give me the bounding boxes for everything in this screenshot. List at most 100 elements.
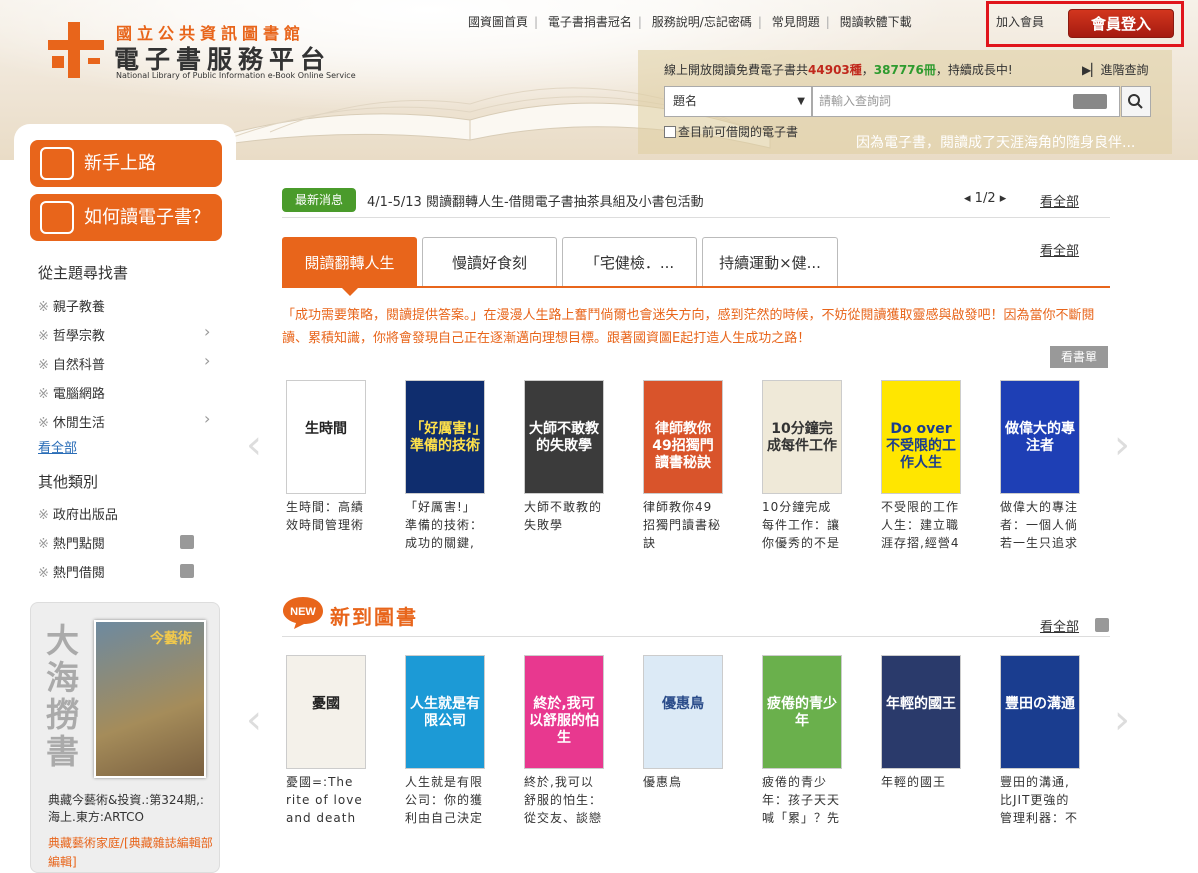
available-checkbox[interactable]: 查目前可借閱的電子書 [664, 123, 798, 140]
other-popular-loans[interactable]: ※ 熱門借閱 [38, 562, 105, 581]
carousel-prev-icon[interactable]: ‹ [246, 422, 262, 468]
tabs-view-all-link[interactable]: 看全部 [1040, 240, 1079, 259]
book-title[interactable]: 大師不敢教的失敗學 [524, 498, 604, 552]
new-arrivals-view-all-link[interactable]: 看全部 [1040, 616, 1079, 635]
book-card[interactable]: Do over 不受限的工作人生 不受限的工作人生：建立職涯存摺,經營4 [881, 380, 961, 552]
view-booklist-button[interactable]: 看書單 [1050, 346, 1108, 368]
tab-exercise[interactable]: 持續運動×健... [702, 237, 838, 287]
carousel-next-icon[interactable]: › [1114, 422, 1130, 468]
carousel-prev-icon[interactable]: ‹ [246, 697, 262, 743]
book-card[interactable]: 做偉大的專注者 做偉大的專注者：一個人倘若一生只追求 [1000, 380, 1080, 552]
available-checkbox-label: 查目前可借閱的電子書 [678, 125, 799, 139]
nav-donate[interactable]: 電子書捐書冠名 [548, 15, 632, 29]
nav-service[interactable]: 服務說明/忘記密碼 [652, 15, 752, 29]
checkbox-box[interactable] [664, 126, 676, 138]
book-card[interactable]: 優惠鳥 優惠鳥 [643, 655, 723, 827]
book-card[interactable]: 年輕的國王 年輕的國王 [881, 655, 961, 827]
book-cover[interactable]: 終於,我可以舒服的怕生 [524, 655, 604, 769]
news-pager[interactable]: ◂ 1/2 ▸ [964, 191, 1006, 206]
header-slogan: 因為電子書，閱讀成了天涯海角的隨身良伴... [856, 135, 1136, 151]
book-title[interactable]: 豐田的溝通,比JIT更強的管理利器：不 [1000, 773, 1080, 827]
tab-slow-food[interactable]: 慢讀好食刻 [422, 237, 557, 287]
topic-label: 哲學宗教 [52, 329, 105, 344]
tab-reading-life[interactable]: 閱讀翻轉人生 [282, 237, 417, 287]
book-title[interactable]: 人生就是有限公司：你的獲利由自己決定 [405, 773, 485, 827]
topic-science[interactable]: ※ 自然科普 [38, 354, 105, 373]
other-popular-views[interactable]: ※ 熱門點閱 [38, 533, 105, 552]
book-card[interactable]: 大師不敢教的失敗學 大師不敢教的失敗學 [524, 380, 604, 552]
nav-faq[interactable]: 常見問題 [772, 15, 820, 29]
how-to-read-button[interactable]: 如何讀電子書？ [30, 194, 222, 241]
book-title[interactable]: 憂國=:The rite of love and death [286, 773, 366, 827]
topic-computer[interactable]: ※ 電腦網路 [38, 383, 105, 402]
search-button[interactable] [1121, 86, 1151, 117]
keyboard-icon[interactable] [1073, 94, 1107, 109]
rss-icon[interactable] [180, 535, 194, 549]
book-card[interactable]: 憂國 憂國=:The rite of love and death [286, 655, 366, 827]
caret-right-icon[interactable]: ▸ [996, 191, 1007, 206]
book-card[interactable]: 「好厲害!」準備的技術 「好厲害!」準備的技術：成功的關鍵, [405, 380, 485, 552]
book-card[interactable]: 10分鐘完成每件工作 10分鐘完成每件工作：讓你優秀的不是 [762, 380, 842, 552]
caret-left-icon[interactable]: ◂ [964, 191, 975, 206]
book-title[interactable]: 年輕的國王 [881, 773, 961, 827]
book-title[interactable]: 不受限的工作人生：建立職涯存摺,經營4 [881, 498, 961, 552]
book-title[interactable]: 做偉大的專注者：一個人倘若一生只追求 [1000, 498, 1080, 552]
book-cover[interactable]: 10分鐘完成每件工作 [762, 380, 842, 494]
topic-label: 休閒生活 [52, 416, 105, 431]
book-card[interactable]: 律師教你49招獨門讀書秘訣 律師教你49招獨門讀書秘訣 [643, 380, 723, 552]
book-cover[interactable]: 疲倦的青少年 [762, 655, 842, 769]
book-title[interactable]: 生時間：高績效時間管理術 [286, 498, 366, 552]
book-cover-text: 10分鐘完成每件工作 [767, 421, 837, 454]
other-heading: 其他類別 [38, 473, 99, 491]
book-cover[interactable]: 大師不敢教的失敗學 [524, 380, 604, 494]
book-cover[interactable]: 憂國 [286, 655, 366, 769]
tutorial-icon [40, 147, 74, 180]
book-cover[interactable]: 「好厲害!」準備的技術 [405, 380, 485, 494]
carousel-next-icon[interactable]: › [1114, 697, 1130, 743]
search-icon [1128, 94, 1143, 109]
topic-leisure[interactable]: ※ 休閒生活 [38, 412, 105, 431]
nav-home[interactable]: 國資圖首頁 [468, 15, 528, 29]
book-title[interactable]: 終於,我可以舒服的怕生：從交友、談戀 [524, 773, 604, 827]
book-cover-text: 人生就是有限公司 [410, 696, 480, 729]
book-cover[interactable]: 豐田の溝通 [1000, 655, 1080, 769]
book-card[interactable]: 人生就是有限公司人生就是有限公司：你的獲利由自己決定 [405, 655, 485, 827]
chevron-right-icon[interactable]: › [204, 409, 210, 428]
topic-philosophy[interactable]: ※ 哲學宗教 [38, 325, 105, 344]
library-logo-icon [48, 22, 104, 78]
book-title[interactable]: 「好厲害!」準備的技術：成功的關鍵, [405, 498, 485, 552]
book-title[interactable]: 10分鐘完成每件工作：讓你優秀的不是 [762, 498, 842, 552]
rss-icon[interactable] [180, 564, 194, 578]
book-cover[interactable]: 年輕的國王 [881, 655, 961, 769]
magazine-description[interactable]: 典藏今藝術&投資.:第324期,:海上.東方:ARTCO [48, 792, 214, 826]
book-cover[interactable]: Do over 不受限的工作人生 [881, 380, 961, 494]
magazine-publisher[interactable]: 典藏藝術家庭/[典藏雜誌編輯部編輯] [48, 834, 214, 872]
news-headline[interactable]: 4/1-5/13 閱讀翻轉人生-借閱電子書抽茶具組及小書包活動 [367, 191, 704, 210]
nav-software[interactable]: 閱讀軟體下載 [840, 15, 912, 29]
topics-view-all-link[interactable]: 看全部 [38, 437, 77, 456]
chevron-right-icon[interactable]: › [204, 322, 210, 341]
book-cover[interactable]: 生時間 [286, 380, 366, 494]
book-cover[interactable]: 優惠鳥 [643, 655, 723, 769]
chevron-right-icon[interactable]: › [204, 351, 210, 370]
topic-parenting[interactable]: ※ 親子教養 [38, 296, 105, 315]
book-cover[interactable]: 人生就是有限公司 [405, 655, 485, 769]
other-government[interactable]: ※ 政府出版品 [38, 504, 118, 523]
rss-icon[interactable] [1095, 618, 1109, 632]
stats-separator: ， [861, 63, 874, 77]
news-view-all-link[interactable]: 看全部 [1040, 191, 1079, 210]
book-cover[interactable]: 律師教你49招獨門讀書秘訣 [643, 380, 723, 494]
book-title[interactable]: 疲倦的青少年：孩子天天喊「累」？先別 [762, 773, 842, 827]
advanced-search-link[interactable]: ▶▏進階查詢 [1082, 61, 1148, 78]
book-cover[interactable]: 做偉大的專注者 [1000, 380, 1080, 494]
chevron-down-icon: ▼ [797, 96, 805, 107]
book-card[interactable]: 生時間 生時間：高績效時間管理術 [286, 380, 366, 552]
book-card[interactable]: 疲倦的青少年疲倦的青少年：孩子天天喊「累」？先別 [762, 655, 842, 827]
book-title[interactable]: 優惠鳥 [643, 773, 723, 827]
book-card[interactable]: 豐田の溝通 豐田的溝通,比JIT更強的管理利器：不 [1000, 655, 1080, 827]
tab-health-check[interactable]: 「宅健檢．... [562, 237, 697, 287]
search-field-select[interactable]: 題名 ▼ [664, 86, 812, 117]
newbie-guide-button[interactable]: 新手上路 [30, 140, 222, 187]
book-title[interactable]: 律師教你49招獨門讀書秘訣 [643, 498, 723, 552]
book-card[interactable]: 終於,我可以舒服的怕生 終於,我可以舒服的怕生：從交友、談戀 [524, 655, 604, 827]
